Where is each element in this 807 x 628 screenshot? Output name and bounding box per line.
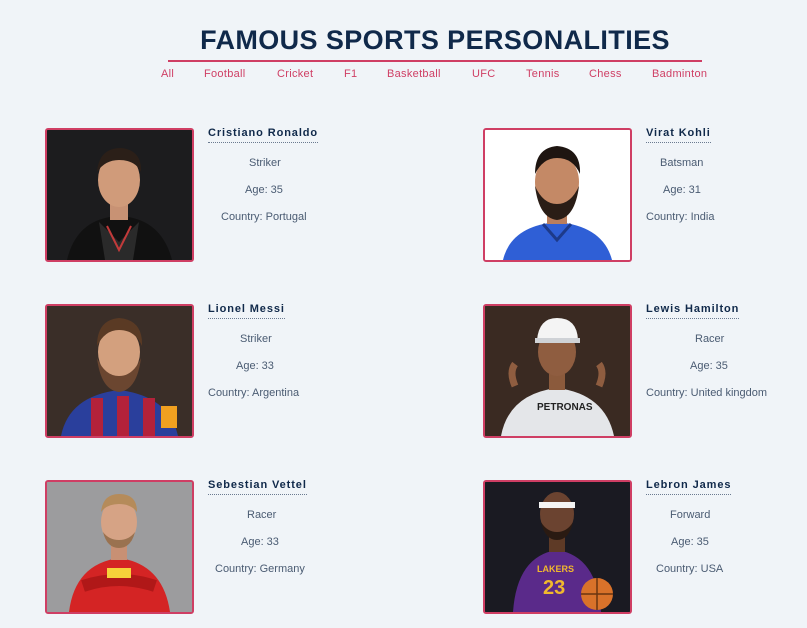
athlete-country: Country: USA xyxy=(656,563,724,575)
filter-tennis[interactable]: Tennis xyxy=(526,68,560,80)
filter-chess[interactable]: Chess xyxy=(589,68,622,80)
filter-basketball[interactable]: Basketball xyxy=(387,68,441,80)
athlete-country: Country: Portugal xyxy=(221,211,307,223)
athlete-country: Country: India xyxy=(646,211,715,223)
athlete-photo-ronaldo xyxy=(45,128,194,262)
filter-cricket[interactable]: Cricket xyxy=(277,68,313,80)
filter-ufc[interactable]: UFC xyxy=(472,68,496,80)
athlete-country: Country: Germany xyxy=(215,563,305,575)
athlete-age: Age: 35 xyxy=(245,184,283,196)
filter-football[interactable]: Football xyxy=(204,68,246,80)
category-filter-nav: All Football Cricket F1 Basketball UFC T… xyxy=(0,68,807,82)
athlete-role: Racer xyxy=(247,509,277,521)
athlete-age: Age: 35 xyxy=(671,536,709,548)
svg-text:LAKERS: LAKERS xyxy=(537,564,574,574)
svg-text:23: 23 xyxy=(543,577,565,599)
athlete-country: Country: Argentina xyxy=(208,387,300,399)
athlete-name: Lewis Hamilton xyxy=(646,303,740,319)
athlete-photo-kohli xyxy=(483,128,632,262)
athlete-age: Age: 33 xyxy=(241,536,279,548)
athlete-photo-messi xyxy=(45,304,194,438)
athlete-photo-james: LAKERS 23 xyxy=(483,480,632,614)
athlete-name: Cristiano Ronaldo xyxy=(208,127,319,143)
filter-all[interactable]: All xyxy=(161,68,174,80)
athlete-role: Striker xyxy=(240,333,272,345)
athlete-age: Age: 35 xyxy=(690,360,728,372)
athlete-age: Age: 33 xyxy=(236,360,274,372)
athlete-name: Sebestian Vettel xyxy=(208,479,307,495)
athlete-name: Virat Kohli xyxy=(646,127,711,143)
athlete-name: Lebron James xyxy=(646,479,732,495)
athlete-role: Batsman xyxy=(660,157,704,169)
athlete-role: Racer xyxy=(695,333,725,345)
svg-text:PETRONAS: PETRONAS xyxy=(537,402,593,413)
filter-f1[interactable]: F1 xyxy=(344,68,357,80)
athlete-country: Country: United kingdom xyxy=(646,387,768,399)
athlete-name: Lionel Messi xyxy=(208,303,285,319)
filter-badminton[interactable]: Badminton xyxy=(652,68,707,80)
athlete-photo-vettel xyxy=(45,480,194,614)
page-title: FAMOUS SPORTS PERSONALITIES xyxy=(200,25,670,55)
athlete-age: Age: 31 xyxy=(663,184,701,196)
athlete-role: Striker xyxy=(249,157,281,169)
athlete-photo-hamilton: PETRONAS xyxy=(483,304,632,438)
athlete-role: Forward xyxy=(670,509,711,521)
title-underline xyxy=(168,60,702,62)
